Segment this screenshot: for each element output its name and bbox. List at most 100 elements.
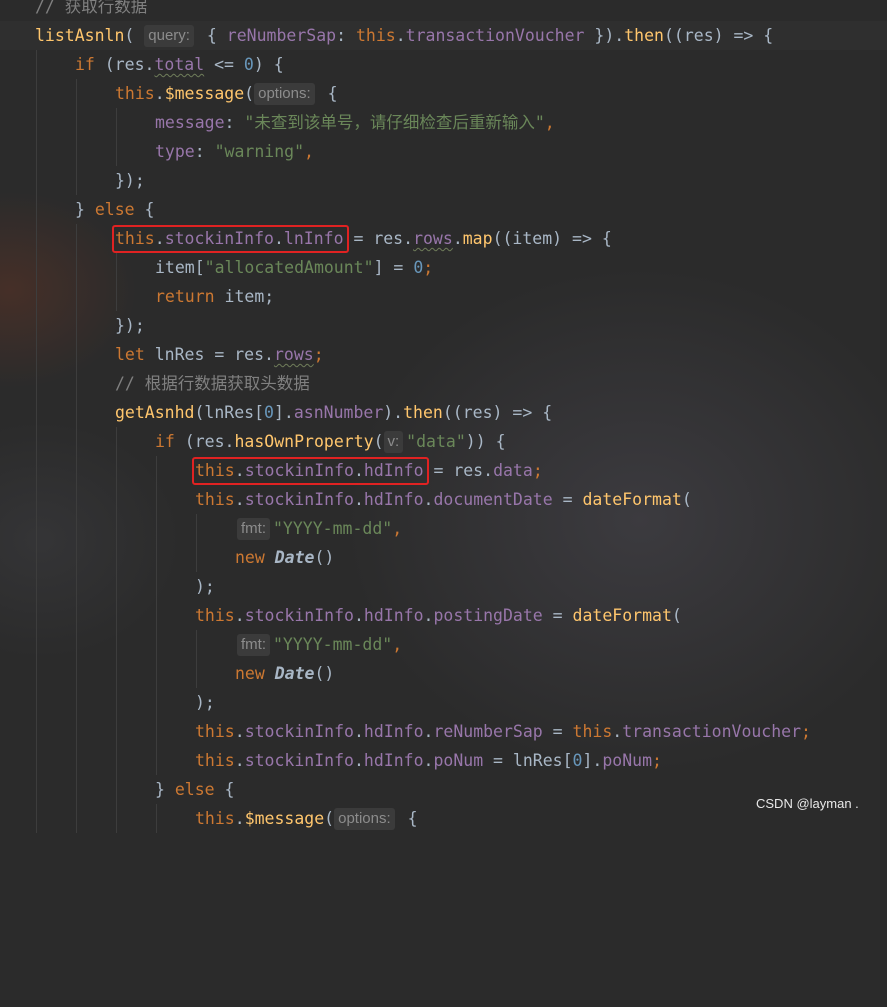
code-line[interactable]: this.stockinInfo.hdInfo.postingDate = da… [0,601,887,630]
code-line[interactable]: this.stockinInfo.hdInfo.poNum = lnRes[0]… [0,746,887,775]
code-line[interactable]: getAsnhd(lnRes[0].asnNumber).then((res) … [0,398,887,427]
punct: . [423,751,434,770]
punct: : [224,113,245,132]
indent-guide [36,630,37,659]
property: transactionVoucher [405,26,585,45]
code-line[interactable]: fmt: "YYYY-mm-dd", [0,514,887,543]
property: rows [413,229,453,248]
code-line[interactable]: ); [0,688,887,717]
indent-guide [36,514,37,543]
property: poNum [433,751,484,770]
indent-guide [76,514,77,543]
punct: ). [383,403,404,422]
code-line[interactable]: }); [0,311,887,340]
code-text: this.$message(options: { [195,804,418,833]
code-line[interactable]: } else { [0,195,887,224]
indent-guide [76,572,77,601]
punct: . [353,751,364,770]
indent-guide [36,746,37,775]
code-line[interactable]: new Date() [0,659,887,688]
property: type [155,142,195,161]
function-name: hasOwnProperty [234,432,374,451]
code-line[interactable]: this.stockinInfo.lnInfo = res.rows.map((… [0,224,887,253]
code-line[interactable]: fmt: "YYYY-mm-dd", [0,630,887,659]
punct: ) { [253,55,284,74]
indent-guide [196,630,197,659]
code-line[interactable]: let lnRes = res.rows; [0,340,887,369]
code-line[interactable]: // 根据行数据获取头数据 [0,369,887,398]
code-line[interactable]: } else { [0,775,887,804]
code-line[interactable]: // 获取行数据 [0,0,887,21]
punct: (lnRes[ [194,403,265,422]
code-line[interactable]: ); [0,572,887,601]
property: poNum [602,751,653,770]
property: hdInfo [363,751,424,770]
punct: . [234,751,245,770]
code-text: if (res.total <= 0) { [75,50,284,79]
punct: . [353,606,364,625]
string-literal: "YYYY-mm-dd" [273,519,393,538]
keyword: new [235,664,265,683]
punct: ( [324,809,335,828]
punct: ; [652,751,662,770]
indent-guide [36,572,37,601]
punct: ; [801,722,811,741]
code-line[interactable]: item["allocatedAmount"] = 0; [0,253,887,282]
code-text: listAsnln( query: { reNumberSap: this.tr… [35,21,773,50]
function-name: map [462,229,493,248]
code-line[interactable]: if (res.total <= 0) { [0,50,887,79]
code-editor[interactable]: // 获取行数据 listAsnln( query: { reNumberSap… [0,0,887,833]
indent-guide [76,775,77,804]
code-line[interactable]: this.$message(options: { [0,804,887,833]
code-line[interactable]: if (res.hasOwnProperty(v: "data")) { [0,427,887,456]
indent-guide [36,50,37,79]
code-line[interactable]: this.stockinInfo.hdInfo.reNumberSap = th… [0,717,887,746]
code-text: }); [115,316,145,335]
indent-guide [36,775,37,804]
code-text: this.$message(options: { [115,79,338,108]
indent-guide [76,224,77,253]
code-text: type: "warning", [155,137,314,166]
punct: item; [214,287,275,306]
property: total [154,55,205,74]
indent-guide [116,659,117,688]
code-line[interactable]: type: "warning", [0,137,887,166]
indent-guide [76,137,77,166]
punct: <= [204,55,244,74]
indent-guide [196,659,197,688]
indent-guide [116,717,117,746]
code-line[interactable]: this.stockinInfo.hdInfo.documentDate = d… [0,485,887,514]
code-line[interactable]: this.stockinInfo.hdInfo = res.data; [0,456,887,485]
punct: , [304,142,314,161]
punct: ; [423,258,434,277]
property: postingDate [433,606,543,625]
indent-guide [156,514,157,543]
indent-guide [76,804,77,833]
punct: ( [681,490,692,509]
function-name: then [624,26,664,45]
punct: { [317,84,338,103]
param-hint: fmt: [237,518,270,540]
highlight-box [112,225,349,253]
string-literal: "未查到该单号，请仔细检查后重新输入" [244,113,545,132]
indent-guide [116,775,117,804]
indent-guide [116,688,117,717]
code-line[interactable]: }); [0,166,887,195]
code-line[interactable]: message: "未查到该单号，请仔细检查后重新输入", [0,108,887,137]
code-line[interactable]: return item; [0,282,887,311]
number: 0 [572,751,583,770]
code-line[interactable]: this.$message(options: { [0,79,887,108]
keyword: let [115,345,145,364]
punct: ((res) => { [442,403,553,422]
indent-guide [36,427,37,456]
indent-guide [36,340,37,369]
code-line[interactable]: new Date() [0,543,887,572]
code-text: fmt: "YYYY-mm-dd", [237,514,402,543]
punct: ((res) => { [663,26,774,45]
indent-guide [156,543,157,572]
punct: . [452,229,463,248]
indent-guide [36,804,37,833]
punct: : [336,26,356,45]
code-line[interactable]: listAsnln( query: { reNumberSap: this.tr… [0,21,887,50]
class-name: Date [274,664,315,683]
